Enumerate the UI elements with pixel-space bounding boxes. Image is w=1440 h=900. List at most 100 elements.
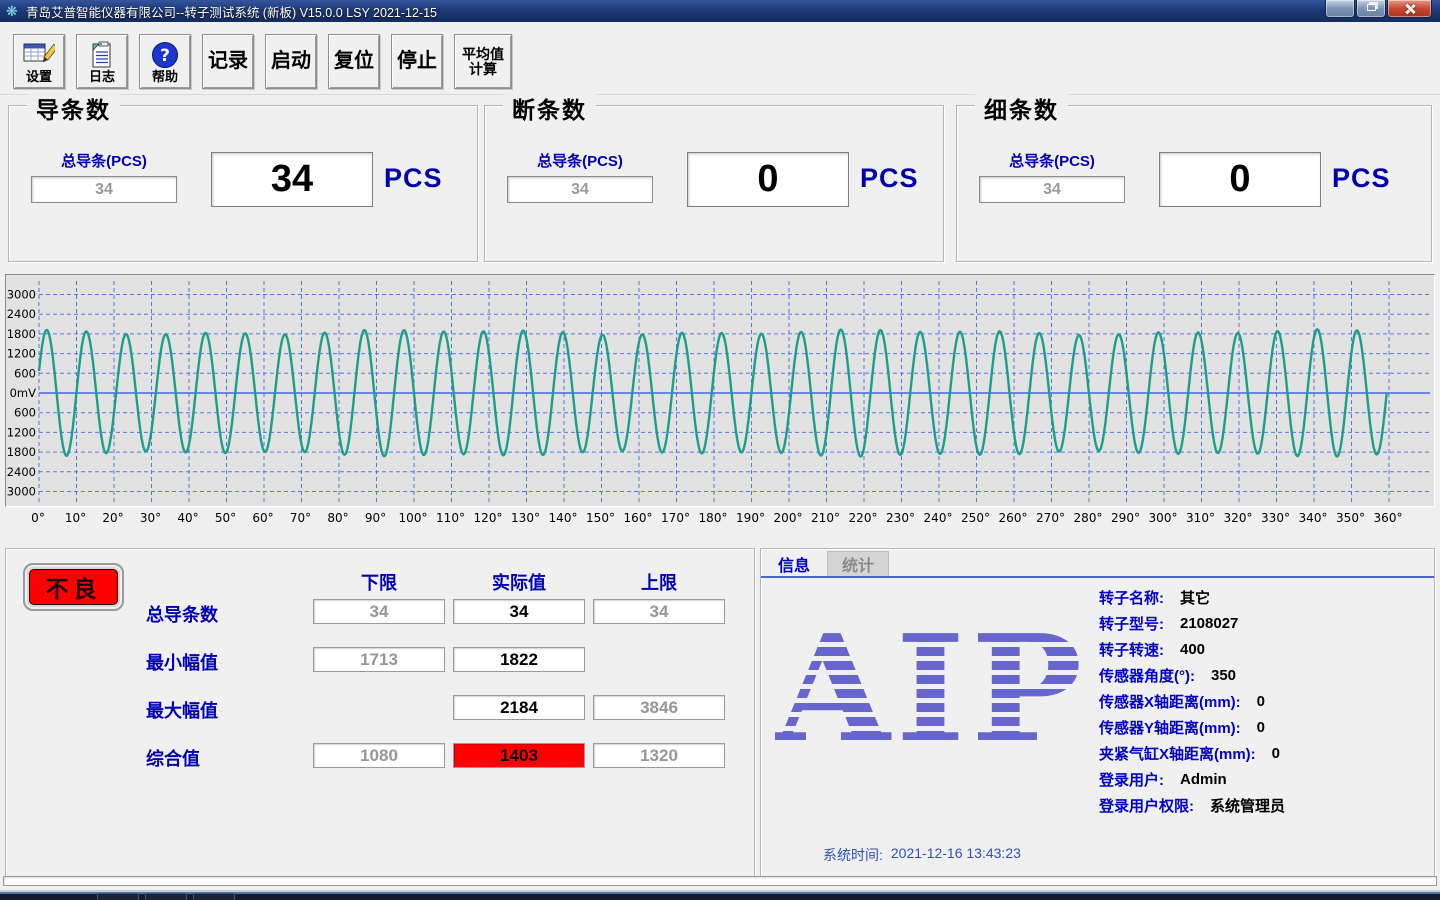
- info-field-label: 传感器角度(°):: [1099, 665, 1195, 686]
- result-actual-value: 34: [453, 599, 585, 624]
- help-icon: ?: [151, 40, 179, 70]
- y-tick-label: 1800: [7, 445, 36, 459]
- y-tick-label: 0mV: [10, 386, 37, 400]
- info-field-label: 传感器Y轴距离(mm):: [1099, 717, 1241, 738]
- info-field-label: 转子型号:: [1099, 613, 1164, 634]
- tab-underline: [761, 576, 1434, 578]
- y-tick-label: 2400: [7, 307, 36, 321]
- counter-title: 导条数: [27, 91, 120, 125]
- info-field-value: 0: [1257, 693, 1265, 710]
- minimize-button[interactable]: [1325, 0, 1355, 18]
- x-tick-label: 40°: [177, 511, 198, 525]
- x-tick-label: 60°: [252, 511, 273, 525]
- info-field-value: 0: [1257, 719, 1265, 736]
- result-lower-value: 34: [313, 599, 445, 624]
- settings-icon: [23, 40, 55, 70]
- toolbar-button-settings[interactable]: 设置: [13, 34, 65, 89]
- result-actual-value: 1822: [453, 647, 585, 672]
- info-field-value: Admin: [1180, 771, 1227, 788]
- x-tick-label: 260°: [999, 511, 1028, 525]
- titlebar: ❋ 青岛艾普智能仪器有限公司--转子测试系统 (新板) V15.0.0 LSY …: [0, 0, 1440, 22]
- info-field-row: 夹紧气缸X轴距离(mm):0: [1099, 745, 1285, 762]
- x-tick-label: 250°: [961, 511, 990, 525]
- toolbar-button-reset[interactable]: 复位: [328, 34, 380, 89]
- x-tick-label: 160°: [624, 511, 653, 525]
- taskbar: [0, 890, 1440, 900]
- y-tick-label: 1800: [7, 327, 36, 341]
- toolbar-button-record[interactable]: 记录: [202, 34, 254, 89]
- result-row-label: 总导条数: [146, 601, 316, 627]
- info-field-label: 转子名称:: [1099, 587, 1164, 608]
- counter-field-input[interactable]: 34: [979, 176, 1125, 203]
- toolbar-button-help[interactable]: ?帮助: [139, 34, 191, 89]
- x-tick-label: 220°: [849, 511, 878, 525]
- info-field-row: 转子型号:2108027: [1099, 615, 1285, 632]
- y-tick-label: 3000: [7, 485, 36, 499]
- close-icon: [1404, 3, 1416, 15]
- y-tick-label: 1200: [7, 347, 36, 361]
- toolbar-button-label: 停止: [397, 51, 437, 72]
- info-fields: 转子名称:其它转子型号:2108027转子转速:400传感器角度(°):350传…: [1099, 589, 1285, 814]
- column-header-actual: 实际值: [453, 569, 585, 595]
- counter-unit-label: PCS: [1332, 163, 1391, 194]
- x-tick-label: 350°: [1336, 511, 1365, 525]
- info-field-value: 0: [1272, 745, 1280, 762]
- toolbar-button-average[interactable]: 平均值 计算: [454, 34, 512, 89]
- info-field-value: 400: [1180, 641, 1205, 658]
- y-tick-label: 3000: [7, 288, 36, 302]
- svg-text:?: ?: [160, 46, 170, 66]
- info-panel: 信息统计 AIP 转子名称:其它转子型号:2108027转子转速:400传感器角…: [760, 548, 1435, 885]
- taskbar-button[interactable]: [193, 893, 235, 900]
- y-tick-label: 2400: [7, 465, 36, 479]
- x-tick-label: 280°: [1074, 511, 1103, 525]
- info-field-row: 传感器角度(°):350: [1099, 667, 1285, 684]
- counter-unit-label: PCS: [384, 163, 443, 194]
- counter-title: 细条数: [975, 91, 1068, 125]
- info-field-value: 其它: [1180, 587, 1210, 608]
- toolbar-button-start[interactable]: 启动: [265, 34, 317, 89]
- x-tick-label: 190°: [736, 511, 765, 525]
- toolbar-button-log[interactable]: 日志: [76, 34, 128, 89]
- counter-panel-broken-bar-count: 断条数总导条(PCS)340PCS: [484, 105, 944, 262]
- counter-display-value: 0: [1159, 152, 1321, 207]
- info-field-row: 登录用户:Admin: [1099, 771, 1285, 788]
- y-tick-label: 1200: [7, 425, 36, 439]
- x-tick-label: 110°: [436, 511, 465, 525]
- close-button[interactable]: [1387, 0, 1432, 18]
- toolbar-button-stop[interactable]: 停止: [391, 34, 443, 89]
- counter-display-value: 34: [211, 152, 373, 207]
- toolbar-button-label: 设置: [26, 70, 52, 84]
- counter-panel-thin-bar-count: 细条数总导条(PCS)340PCS: [956, 105, 1432, 262]
- x-tick-label: 320°: [1224, 511, 1253, 525]
- chart-x-axis: 0°10°20°30°40°50°60°70°80°90°100°110°120…: [5, 511, 1435, 529]
- waveform-svg: 3000 2400 1800 1200 600 0mV 600 1200 1800 2400 300…: [6, 275, 1436, 506]
- result-lower-value: 1080: [313, 743, 445, 768]
- restore-button[interactable]: [1356, 0, 1386, 18]
- x-tick-label: 270°: [1036, 511, 1065, 525]
- info-field-row: 传感器X轴距离(mm): 0: [1099, 693, 1285, 710]
- result-row-label: 综合值: [146, 745, 316, 771]
- x-tick-label: 210°: [811, 511, 840, 525]
- judge-status-lamp: 不良: [23, 563, 124, 611]
- y-tick-label: 600: [14, 406, 36, 420]
- x-tick-label: 140°: [549, 511, 578, 525]
- counter-field-input[interactable]: 34: [31, 176, 177, 203]
- info-field-label: 传感器X轴距离(mm):: [1099, 691, 1241, 712]
- x-tick-label: 340°: [1299, 511, 1328, 525]
- system-time-label: 系统时间:: [823, 845, 883, 865]
- x-tick-label: 20°: [102, 511, 123, 525]
- counter-field-input[interactable]: 34: [507, 176, 653, 203]
- counter-display-value: 0: [687, 152, 849, 207]
- toolbar-button-label: 复位: [334, 51, 374, 72]
- tab-stats[interactable]: 统计: [827, 551, 889, 576]
- toolbar-button-label: 日志: [89, 70, 115, 84]
- x-tick-label: 30°: [140, 511, 161, 525]
- taskbar-button[interactable]: [145, 893, 187, 900]
- taskbar-button[interactable]: [97, 893, 139, 900]
- x-tick-label: 300°: [1149, 511, 1178, 525]
- result-actual-value: 2184: [453, 695, 585, 720]
- x-tick-label: 150°: [586, 511, 615, 525]
- tab-info[interactable]: 信息: [764, 551, 824, 576]
- result-upper-value: 3846: [593, 695, 725, 720]
- y-tick-label: 600: [14, 366, 36, 380]
